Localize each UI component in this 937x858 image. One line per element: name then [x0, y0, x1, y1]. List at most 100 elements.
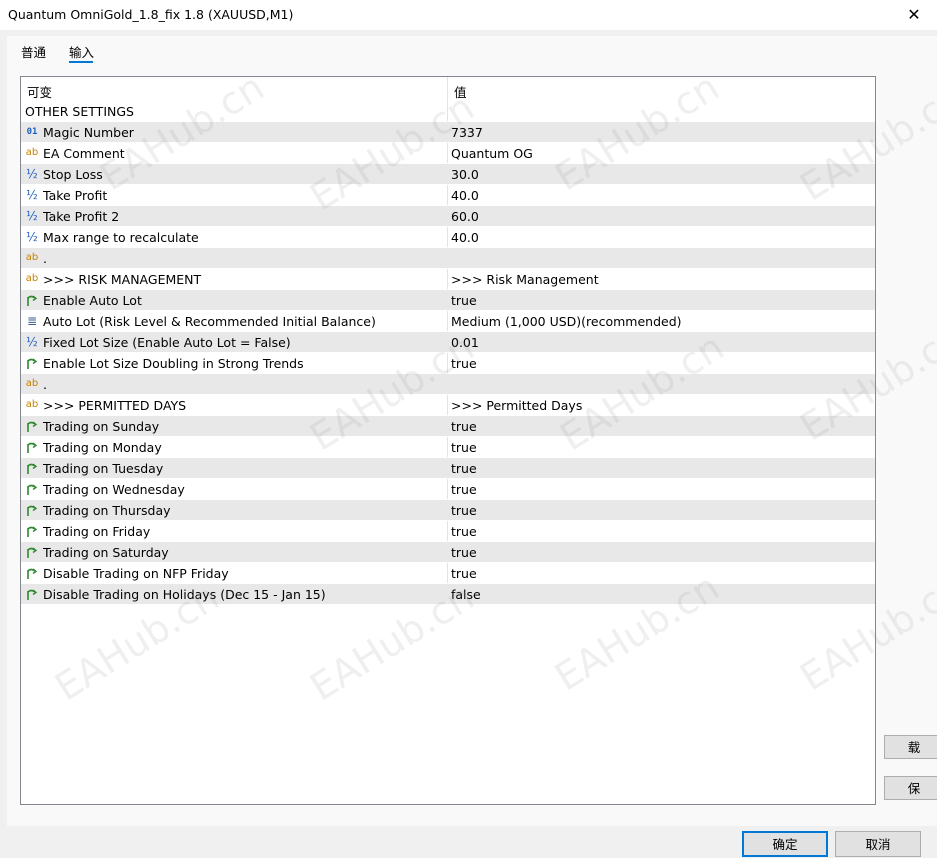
- variable-value[interactable]: 40.0: [451, 230, 479, 245]
- bool-icon: [25, 419, 39, 433]
- variable-name: Disable Trading on NFP Friday: [43, 566, 229, 581]
- variable-name: EA Comment: [43, 146, 125, 161]
- bool-icon: [25, 356, 39, 370]
- variable-name: Magic Number: [43, 125, 134, 140]
- variable-value[interactable]: true: [451, 524, 477, 539]
- grid-row[interactable]: Trading on Monday true: [21, 437, 875, 458]
- grid-row[interactable]: ≣ Auto Lot (Risk Level & Recommended Init…: [21, 311, 875, 332]
- load-button[interactable]: 载: [884, 735, 937, 759]
- grid-row[interactable]: ab >>> PERMITTED DAYS >>> Permitted Days: [21, 395, 875, 416]
- variable-name: Trading on Monday: [43, 440, 162, 455]
- variable-name: Take Profit: [43, 188, 108, 203]
- dialog-body: 普通 输入 可变 值 OTHER SETTINGS 01 Magic Number 7…: [7, 36, 937, 826]
- grid-header: 可变 值: [21, 77, 875, 101]
- double-icon: ½: [26, 209, 38, 223]
- variable-name: Auto Lot (Risk Level & Recommended Initi…: [43, 314, 376, 329]
- grid-row[interactable]: ab EA Comment Quantum OG: [21, 143, 875, 164]
- grid-row[interactable]: ½ Take Profit 2 60.0: [21, 206, 875, 227]
- variable-name: Take Profit 2: [43, 209, 120, 224]
- variable-value[interactable]: true: [451, 482, 477, 497]
- variable-value[interactable]: true: [451, 419, 477, 434]
- variable-name: Trading on Thursday: [43, 503, 171, 518]
- variable-value[interactable]: true: [451, 461, 477, 476]
- bool-icon: [25, 482, 39, 496]
- bool-icon: [25, 524, 39, 538]
- grid-row[interactable]: ab.: [21, 374, 875, 395]
- bool-icon: [25, 293, 39, 307]
- grid-row[interactable]: Enable Lot Size Doubling in Strong Trend…: [21, 353, 875, 374]
- grid-row[interactable]: OTHER SETTINGS: [21, 101, 875, 122]
- variable-value[interactable]: true: [451, 293, 477, 308]
- double-icon: ½: [26, 230, 38, 244]
- variable-name: .: [43, 251, 47, 266]
- variable-name: Enable Auto Lot: [43, 293, 142, 308]
- grid-row[interactable]: Enable Auto Lot true: [21, 290, 875, 311]
- variable-name: Trading on Sunday: [43, 419, 160, 434]
- grid-row[interactable]: ½ Take Profit 40.0: [21, 185, 875, 206]
- variable-value[interactable]: 40.0: [451, 188, 479, 203]
- variable-value[interactable]: 0.01: [451, 335, 479, 350]
- variable-name: Max range to recalculate: [43, 230, 199, 245]
- string-icon: ab: [25, 252, 39, 263]
- variable-value[interactable]: >>> Permitted Days: [451, 398, 582, 413]
- tab-general[interactable]: 普通: [21, 42, 46, 61]
- grid-row[interactable]: Trading on Friday true: [21, 521, 875, 542]
- bool-icon: [25, 587, 39, 601]
- variable-value[interactable]: true: [451, 440, 477, 455]
- grid-row[interactable]: ½ Max range to recalculate 40.0: [21, 227, 875, 248]
- variable-name: Trading on Tuesday: [43, 461, 164, 476]
- variable-value[interactable]: true: [451, 545, 477, 560]
- grid-row[interactable]: Disable Trading on NFP Friday true: [21, 563, 875, 584]
- variable-value[interactable]: true: [451, 356, 477, 371]
- grid-row[interactable]: ½ Fixed Lot Size (Enable Auto Lot = False…: [21, 332, 875, 353]
- variable-value[interactable]: true: [451, 566, 477, 581]
- active-tab-indicator: [69, 61, 93, 63]
- grid-row[interactable]: Disable Trading on Holidays (Dec 15 - Ja…: [21, 584, 875, 605]
- close-icon[interactable]: ✕: [891, 0, 937, 30]
- grid-row[interactable]: Trading on Thursday true: [21, 500, 875, 521]
- double-icon: ½: [26, 167, 38, 181]
- inputs-grid[interactable]: 可变 值 OTHER SETTINGS 01 Magic Number 7337 ab E…: [20, 76, 876, 805]
- variable-value[interactable]: false: [451, 587, 481, 602]
- enum-icon: ≣: [26, 314, 38, 328]
- variable-value[interactable]: >>> Risk Management: [451, 272, 599, 287]
- double-icon: ½: [26, 188, 38, 202]
- save-button[interactable]: 保: [884, 776, 937, 800]
- grid-row[interactable]: Trading on Wednesday true: [21, 479, 875, 500]
- tab-inputs[interactable]: 输入: [69, 42, 94, 61]
- string-icon: ab: [25, 378, 39, 389]
- cancel-button[interactable]: 取消: [835, 831, 921, 857]
- variable-name: Trading on Friday: [43, 524, 151, 539]
- variable-name: .: [43, 377, 47, 392]
- variable-name: Trading on Saturday: [43, 545, 169, 560]
- variable-value[interactable]: Medium (1,000 USD)(recommended): [451, 314, 682, 329]
- ok-button[interactable]: 确定: [742, 831, 828, 857]
- variable-value[interactable]: true: [451, 503, 477, 518]
- grid-row[interactable]: ½ Stop Loss 30.0: [21, 164, 875, 185]
- variable-name: Disable Trading on Holidays (Dec 15 - Ja…: [43, 587, 326, 602]
- variable-value[interactable]: Quantum OG: [451, 146, 533, 161]
- variable-value[interactable]: 7337: [451, 125, 483, 140]
- bool-icon: [25, 461, 39, 475]
- grid-row[interactable]: Trading on Saturday true: [21, 542, 875, 563]
- window-title: Quantum OmniGold_1.8_fix 1.8 (XAUUSD,M1): [8, 7, 294, 22]
- variable-value[interactable]: 60.0: [451, 209, 479, 224]
- bool-icon: [25, 545, 39, 559]
- bool-icon: [25, 503, 39, 517]
- variable-name: Stop Loss: [43, 167, 103, 182]
- variable-name: >>> RISK MANAGEMENT: [43, 272, 202, 287]
- variable-name: OTHER SETTINGS: [25, 104, 134, 119]
- number-icon: 01: [26, 127, 38, 137]
- header-variable[interactable]: 可变: [27, 82, 52, 101]
- variable-name: >>> PERMITTED DAYS: [43, 398, 187, 413]
- grid-row[interactable]: Trading on Sunday true: [21, 416, 875, 437]
- header-value[interactable]: 值: [454, 82, 467, 101]
- string-icon: ab: [25, 399, 39, 410]
- grid-row[interactable]: ab.: [21, 248, 875, 269]
- string-icon: ab: [25, 273, 39, 284]
- bool-icon: [25, 566, 39, 580]
- variable-value[interactable]: 30.0: [451, 167, 479, 182]
- grid-row[interactable]: Trading on Tuesday true: [21, 458, 875, 479]
- grid-row[interactable]: ab >>> RISK MANAGEMENT >>> Risk Management: [21, 269, 875, 290]
- grid-row[interactable]: 01 Magic Number 7337: [21, 122, 875, 143]
